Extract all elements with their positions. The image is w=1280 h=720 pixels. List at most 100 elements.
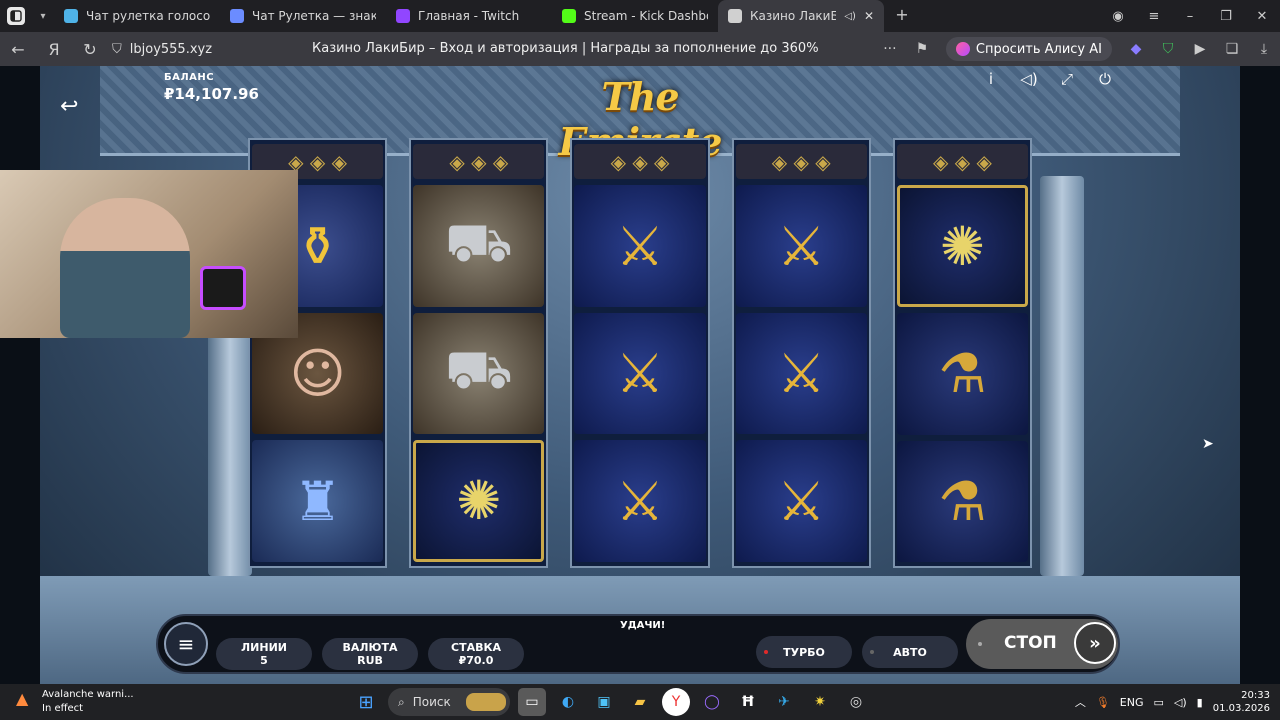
telegram-icon[interactable]: ✈ [770,688,798,716]
game-back-icon[interactable]: ↩ [60,94,88,119]
auto-label: АВТО [893,645,927,659]
yandex-browser-icon[interactable]: Y [662,688,690,716]
tab-label: Главная - Twitch [418,9,520,23]
game-viewport: The Emirate БАЛАНС ₽14,107.96 ↩ i ◁) ⤢ ⏻… [0,66,1280,684]
browser-menu-icon[interactable]: ≡ [1136,9,1172,24]
protect-shield-icon[interactable]: ⛉ [1152,41,1184,57]
close-window-button[interactable]: ✕ [1244,9,1280,24]
tab-favicon-icon [396,9,410,23]
reels-grid: ◈ ◈ ◈ ⚱ ☺ ♜ ◈ ◈ ◈ ⛟ ⛟ ✺ ◈ ◈ ◈ ⚔ ⚔ ⚔ ◈ ◈ ◈ ⚔ ⚔ ⚔ ◈ ◈ ◈ ✺ ⚗ ⚗ [248,138,1033,568]
tab-label: Чат Рулетка — знакомств [252,9,376,23]
stop-button[interactable]: СТОП » [966,619,1118,669]
palm-symbol-icon: ✺ [413,439,545,562]
tabs-dropdown-chevron-icon[interactable]: ▾ [32,11,54,22]
browser-tab[interactable]: Чат Рулетка — знакомств [220,0,386,32]
strip-symbol-icon: ◈ ◈ ◈ [896,144,1029,180]
browser-tab[interactable]: Главная - Twitch [386,0,552,32]
bet-value: ₽70.0 [458,654,494,667]
fast-forward-icon[interactable]: » [1074,622,1116,664]
reload-button[interactable]: ↻ [72,40,108,59]
mouse-cursor-icon: ➤ [1202,436,1214,452]
shisha-symbol-icon: ⚗ [896,440,1029,562]
lines-value: 5 [260,654,268,667]
file-explorer-icon[interactable]: ▰ [626,688,654,716]
reel-3: ◈ ◈ ◈ ⚔ ⚔ ⚔ [570,138,710,568]
taskbar-search[interactable]: ⌕ Поиск [388,688,510,716]
info-icon[interactable]: i [982,70,1000,88]
khanjar-symbol-icon: ⚔ [574,440,706,562]
city-symbol-icon: ♜ [252,440,384,562]
app-h-icon[interactable]: Ħ [734,688,762,716]
khanjar-symbol-icon: ⚔ [735,440,867,562]
tab-favicon-icon [562,9,576,23]
edge-icon[interactable]: ◐ [554,688,582,716]
search-label: Поиск [412,695,451,709]
fullscreen-icon[interactable]: ⤢ [1058,70,1076,88]
palm-symbol-icon: ✺ [896,185,1029,308]
yandex-home-icon[interactable]: Я [36,40,72,59]
more-options-icon[interactable]: ··· [874,41,906,57]
volume-icon[interactable]: ◁) [1174,696,1187,709]
balance-label: БАЛАНС [164,72,215,83]
windows-taskbar: ▲ Avalanche warni... In effect ⊞ ⌕ Поиск… [0,684,1280,720]
currency-label: ВАЛЮТА [342,641,398,654]
lines-display[interactable]: ЛИНИИ 5 [216,638,312,670]
tab-close-icon[interactable]: ✕ [864,9,874,23]
game-menu-button[interactable]: ≡ [164,622,208,666]
microphone-icon[interactable]: 🎙 [1096,696,1110,709]
obs-icon[interactable]: ◎ [842,688,870,716]
alice-icon [955,42,970,56]
downloads-icon[interactable]: ⤓ [1248,41,1280,57]
khanjar-symbol-icon: ⚔ [574,185,706,307]
collections-icon[interactable]: ❏ [1216,41,1248,57]
store-icon[interactable]: ▣ [590,688,618,716]
url-field[interactable]: ⛉ lbjoy555.xyz [112,42,272,57]
bet-display[interactable]: СТАВКА ₽70.0 [428,638,524,670]
stop-label: СТОП [1004,633,1057,653]
start-button-icon[interactable]: ⊞ [352,688,380,716]
reel-4: ◈ ◈ ◈ ⚔ ⚔ ⚔ [731,138,871,568]
power-icon[interactable]: ⏻ [1096,70,1114,88]
browser-tab[interactable]: Чат рулетка голосовая – [54,0,220,32]
minimize-button[interactable]: – [1172,9,1208,24]
restore-button[interactable]: ❐ [1208,9,1244,24]
browser-tab[interactable]: Stream - Kick Dashboard [552,0,718,32]
reel-5: ◈ ◈ ◈ ✺ ⚗ ⚗ [892,138,1033,568]
browser-sidebar-button[interactable] [0,0,32,32]
alice-app-icon[interactable]: ◯ [698,688,726,716]
weather-warning-widget[interactable]: ▲ Avalanche warni... In effect [16,688,134,716]
currency-display[interactable]: ВАЛЮТА RUB [322,638,418,670]
language-indicator[interactable]: ENG [1120,696,1144,709]
battery-icon[interactable]: ▮ [1197,696,1203,709]
streamer-video [60,198,190,338]
browser-tab[interactable]: Казино ЛакиБир – В ◁) ✕ [718,0,884,32]
browser-tab-bar: ▾ Чат рулетка голосовая – Чат Рулетка — з… [0,0,1280,32]
tray-chevron-icon[interactable]: ︿ [1075,694,1086,710]
turbo-button[interactable]: ТУРБО [756,636,852,668]
bookmark-icon[interactable]: ⚑ [906,41,938,57]
warning-sub: In effect [42,703,84,714]
sound-icon[interactable]: ◁) [1020,70,1038,88]
auto-indicator [870,650,874,654]
balance-value: ₽14,107.96 [164,85,259,103]
truck-symbol-icon: ⛟ [413,312,545,434]
truck-symbol-icon: ⛟ [413,185,545,307]
tab-label: Казино ЛакиБир – В [750,9,837,23]
app-star-icon[interactable]: ✷ [806,688,834,716]
auto-button[interactable]: АВТО [862,636,958,668]
new-tab-button[interactable]: + [888,6,916,26]
turbo-indicator [764,650,768,654]
clock[interactable]: 20:33 01.03.2026 [1213,689,1270,715]
back-button[interactable]: ← [0,40,36,59]
media-icon[interactable]: ▶ [1184,41,1216,57]
task-view-icon[interactable]: ▭ [518,688,546,716]
url-text[interactable]: lbjoy555.xyz [130,42,212,57]
profile-icon[interactable]: ◉ [1100,9,1136,24]
site-shield-icon[interactable]: ⛉ [112,42,122,57]
clock-date: 01.03.2026 [1212,703,1270,714]
network-icon[interactable]: ▭ [1154,696,1164,709]
tab-favicon-icon [64,9,78,23]
tab-audio-icon[interactable]: ◁) [844,11,856,22]
game-extension-icon[interactable]: ◆ [1120,41,1152,57]
ask-alice-button[interactable]: Спросить Алису AI [945,37,1112,61]
